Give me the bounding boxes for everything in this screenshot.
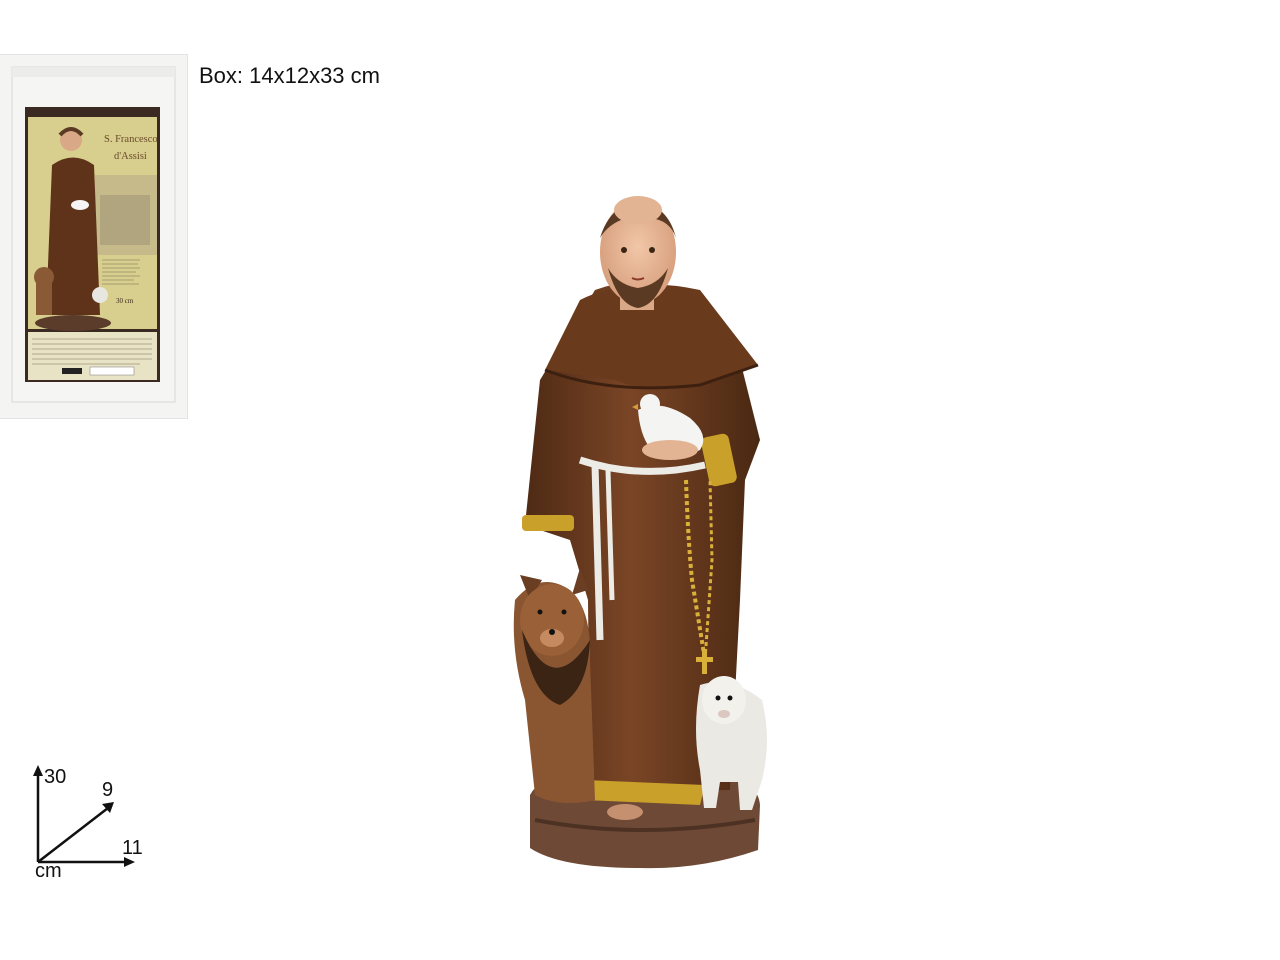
product-box-photo: S. Francesco d'Assisi 30 cm (0, 55, 187, 418)
height-label: 30 (44, 766, 67, 788)
unit-label: cm (35, 860, 62, 882)
dimension-diagram: 30 9 11 cm (30, 760, 160, 882)
box-title-line2: d'Assisi (114, 151, 147, 162)
box-title-line1: S. Francesco (104, 134, 158, 145)
box-size-label: 30 cm (116, 297, 134, 305)
st-francis-statue (500, 180, 780, 885)
box-dimensions-text: Box: 14x12x33 cm (199, 63, 380, 88)
depth-label: 9 (102, 779, 114, 801)
width-label: 11 (122, 837, 143, 859)
